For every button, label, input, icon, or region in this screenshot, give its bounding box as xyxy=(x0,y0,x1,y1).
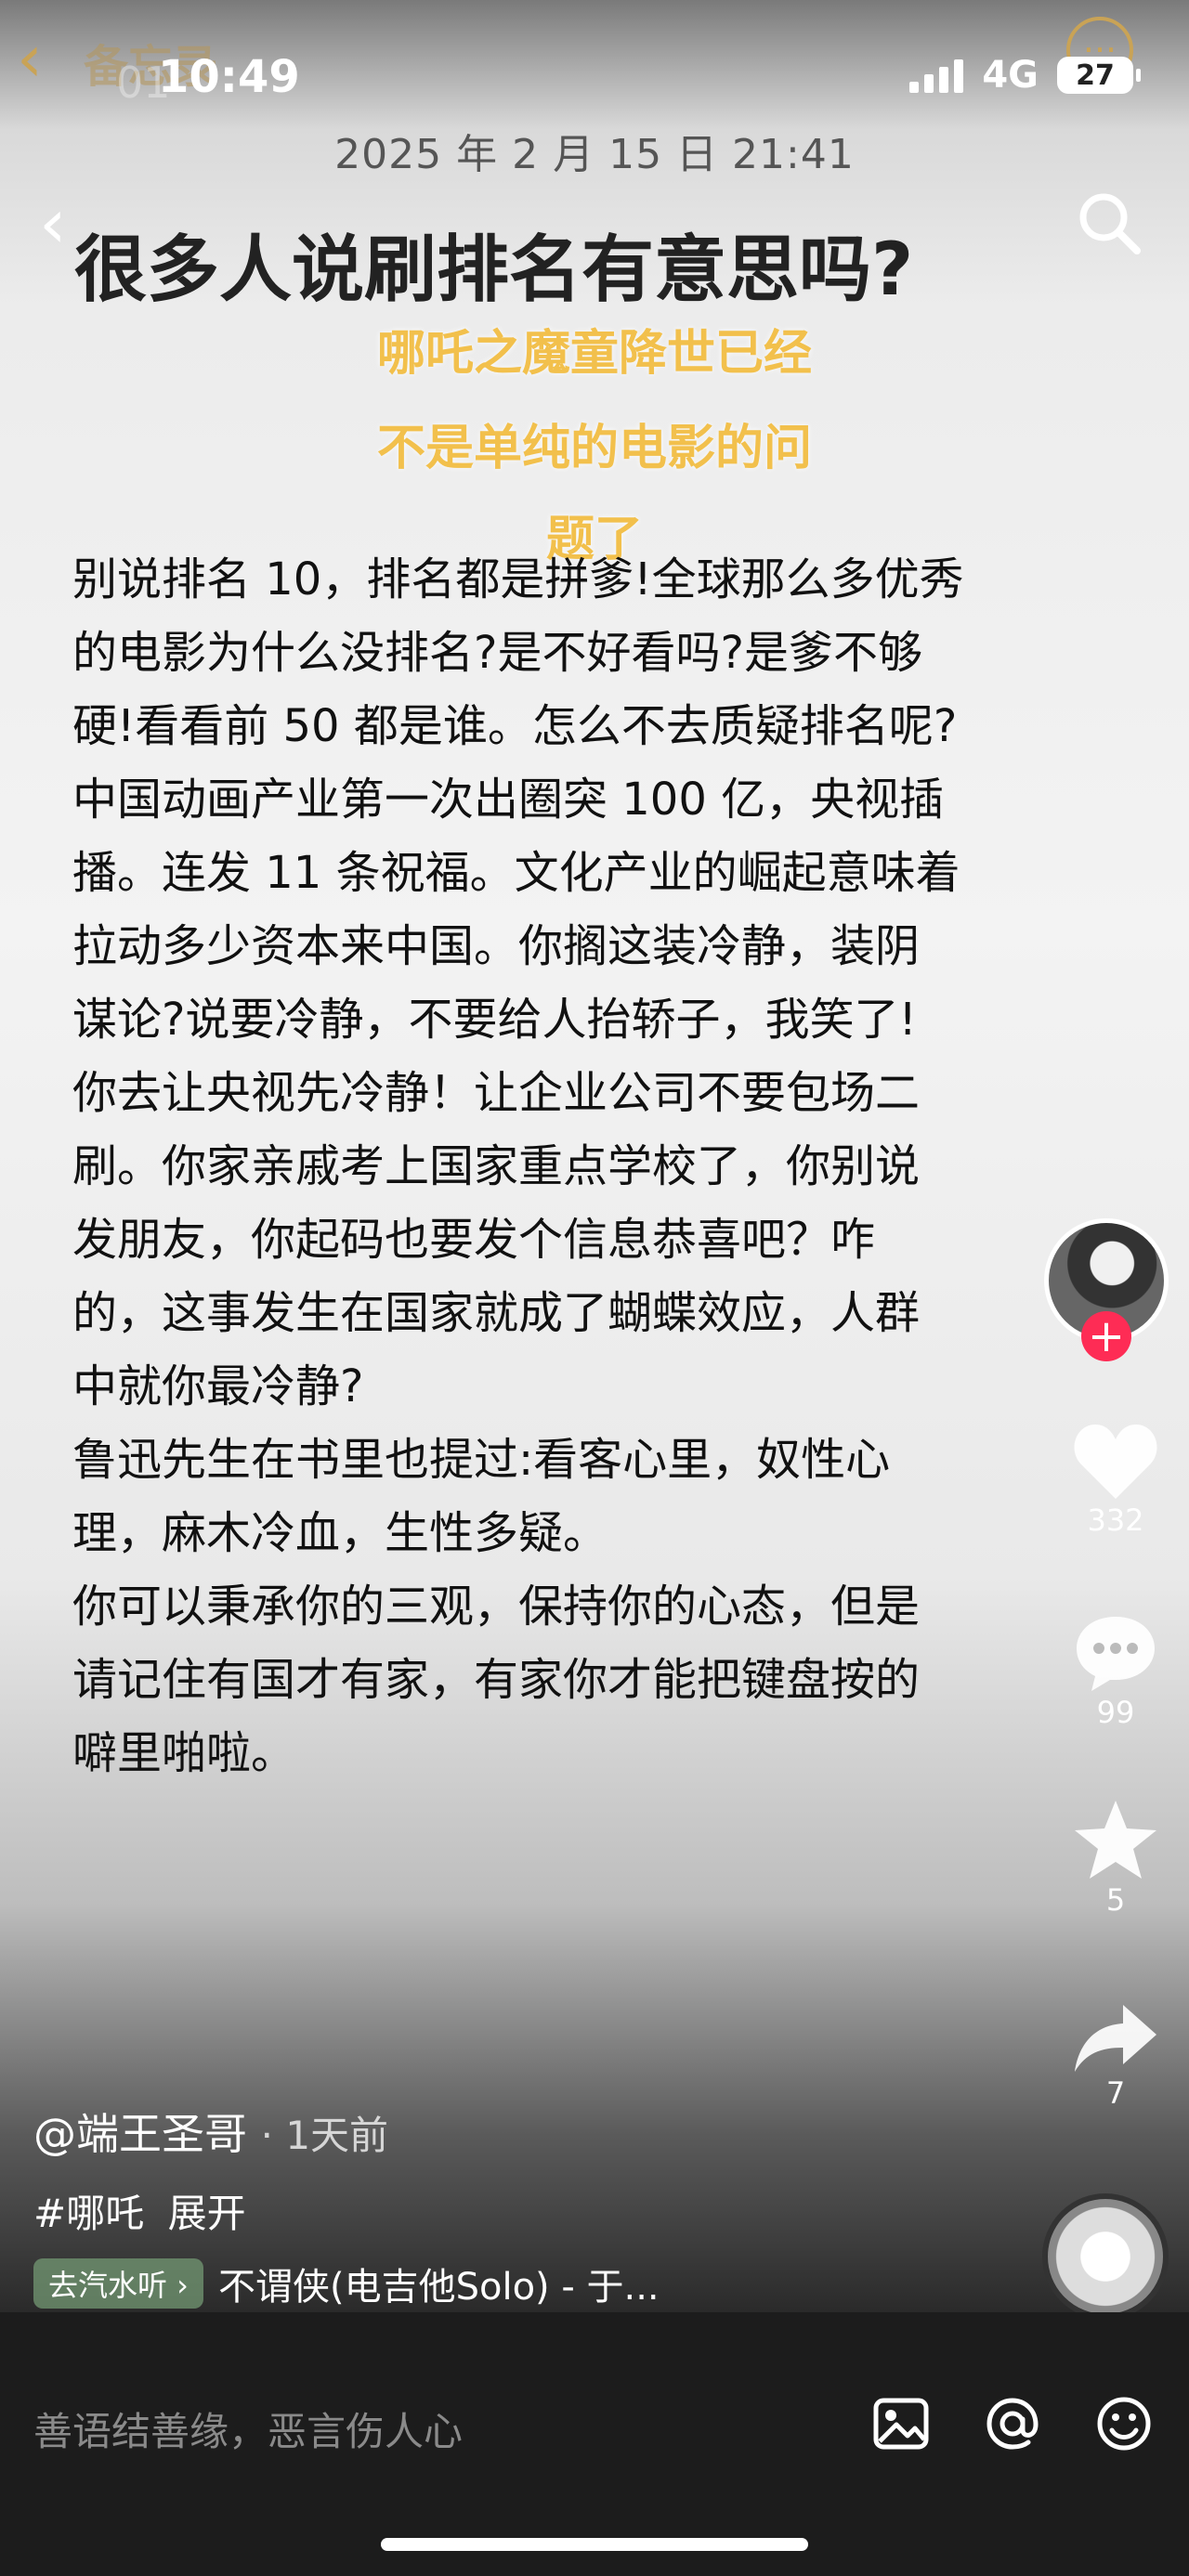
emoji-icon[interactable] xyxy=(1091,2391,1156,2456)
favorite-action[interactable]: 5 xyxy=(1065,1797,1167,1918)
status-time: 10:49 xyxy=(158,51,300,103)
comment-count: 99 xyxy=(1096,1695,1135,1730)
mention-icon[interactable] xyxy=(980,2391,1045,2456)
music-disc[interactable] xyxy=(1042,2193,1169,2320)
post-time: · 1天前 xyxy=(260,2113,389,2158)
comment-input[interactable]: 善语结善缘，恶言伤人心 xyxy=(33,2400,463,2457)
battery-icon: 27 xyxy=(1057,57,1141,94)
overlay-caption-line: 哪吒之魔童降世已经 xyxy=(376,326,812,382)
comment-icon xyxy=(1077,1617,1155,1691)
signal-icon xyxy=(909,58,964,93)
like-count: 332 xyxy=(1087,1503,1144,1538)
note-headline: 很多人说刷排名有意思吗? xyxy=(74,228,914,312)
comment-action[interactable]: 99 xyxy=(1065,1611,1167,1730)
video-screen[interactable]: ‹ 备忘录 01 ··· 10:49 4G 27 2025 年 2 月 15 日… xyxy=(0,0,1189,2320)
search-icon[interactable] xyxy=(1072,186,1146,260)
follow-button[interactable]: + xyxy=(1081,1311,1131,1361)
author-line[interactable]: @端王圣哥 · 1天前 xyxy=(33,2101,388,2162)
note-date: 2025 年 2 月 15 日 21:41 xyxy=(334,131,855,178)
favorite-count: 5 xyxy=(1105,1882,1126,1918)
heart-icon xyxy=(1074,1425,1157,1499)
image-icon[interactable] xyxy=(869,2391,934,2456)
music-title: 不谓侠(电吉他Solo) - 于... xyxy=(217,2266,660,2309)
listen-chip[interactable]: 去汽水听 › xyxy=(33,2258,203,2309)
battery-level: 27 xyxy=(1076,59,1115,92)
note-body: 别说排名 10，排名都是拼爹!全球那么多优秀 的电影为什么没排名?是不好看吗?是… xyxy=(72,553,964,1779)
back-arrow-icon[interactable]: ‹ xyxy=(17,20,43,97)
network-type: 4G xyxy=(982,54,1039,97)
share-action[interactable]: 7 xyxy=(1065,2001,1167,2111)
overlay-caption-line: 不是单纯的电影的问 xyxy=(376,421,812,476)
back-icon[interactable]: ‹ xyxy=(39,184,67,264)
status-indicators: 4G 27 xyxy=(909,54,1141,97)
caption-line: #哪吒 展开 xyxy=(33,2182,246,2239)
like-action[interactable]: 332 xyxy=(1065,1421,1167,1538)
expand-link[interactable]: 展开 xyxy=(168,2191,246,2236)
home-indicator[interactable] xyxy=(381,2538,808,2551)
music-row[interactable]: 去汽水听 › 不谓侠(电吉他Solo) - 于... xyxy=(33,2257,660,2310)
hashtag[interactable]: #哪吒 xyxy=(33,2191,144,2236)
share-arrow-icon xyxy=(1075,2005,1156,2072)
star-icon xyxy=(1075,1801,1156,1879)
author-name[interactable]: @端王圣哥 xyxy=(33,2109,247,2159)
share-count: 7 xyxy=(1105,2075,1126,2111)
